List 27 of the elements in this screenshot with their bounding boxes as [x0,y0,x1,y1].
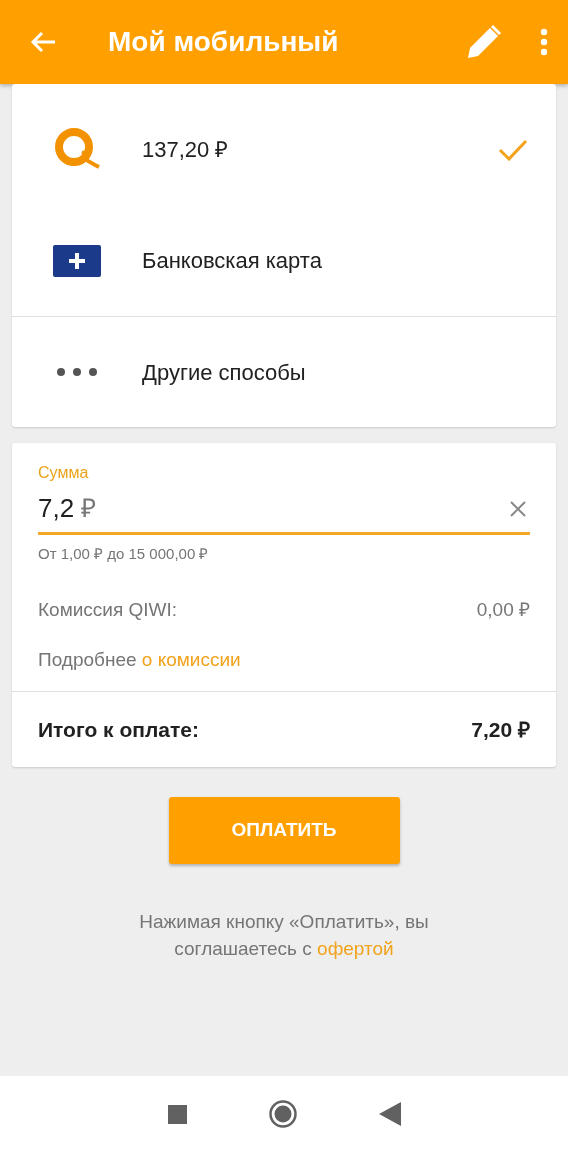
commission-label: Комиссия QIWI: [38,597,178,622]
back-icon[interactable] [378,1102,401,1126]
payment-method-label: 137,20 ₽ [142,136,229,164]
amount-field[interactable]: 7,2 [38,489,77,528]
details-text: Подробнее [38,649,137,670]
total-label: Итого к оплате: [38,716,199,743]
home-icon[interactable] [268,1100,297,1128]
amount-hint: От 1,00 ₽ до 15 000,00 ₽ [38,544,210,564]
more-dots-icon [56,367,98,377]
field-label: Сумма [38,463,90,483]
checkmark-icon [498,138,528,161]
screen-title: Мой мобильный [108,25,339,59]
payment-method-row[interactable]: Другие способы [12,316,556,427]
edit-icon[interactable] [466,24,502,60]
payment-method-label: Другие способы [142,358,306,387]
payment-method-label: Банковская карта [142,247,322,275]
payment-method-row[interactable]: Банковская карта [12,205,556,316]
clear-icon[interactable] [510,500,526,517]
more-options-icon[interactable] [540,28,548,56]
terms-text: Нажимая кнопку «Оплатить», вы соглашаетесь с офертой [139,910,429,961]
back-arrow-icon[interactable] [30,31,56,53]
payment-method-row[interactable]: 137,20 ₽ [12,94,556,205]
total-value: 7,20 ₽ [471,716,530,743]
add-card-icon [53,244,101,277]
currency-sign: ₽ [81,492,96,525]
commission-value: 0,00 ₽ [476,597,530,622]
recents-icon[interactable] [167,1104,187,1124]
